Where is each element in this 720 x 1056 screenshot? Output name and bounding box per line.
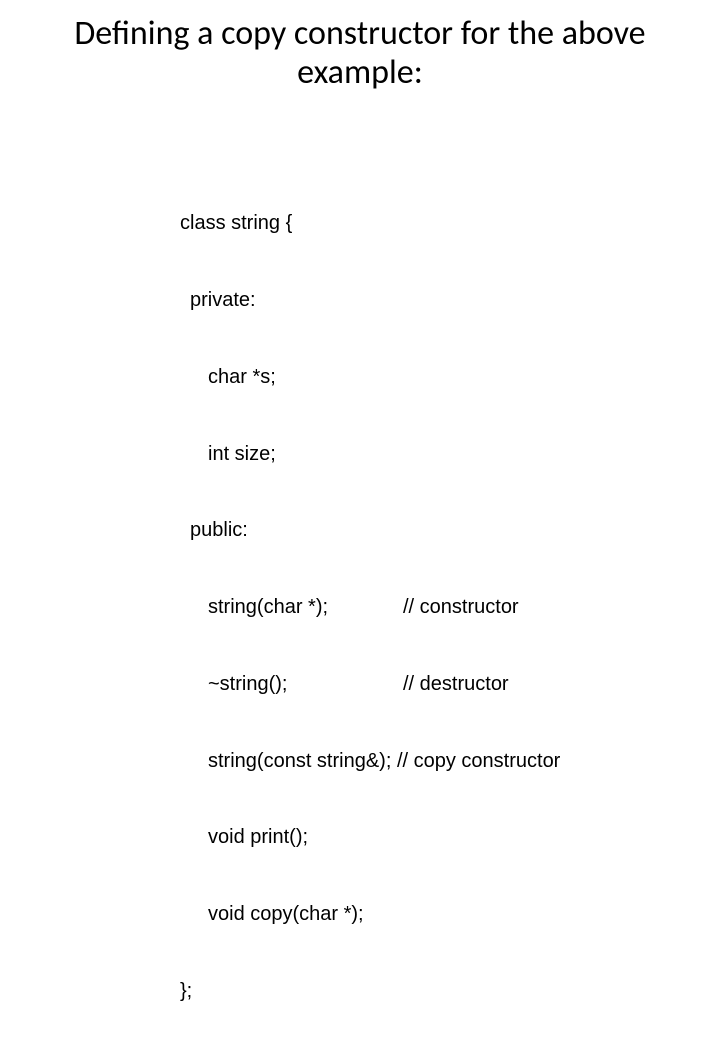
slide: Defining a copy constructor for the abov… xyxy=(0,0,720,540)
code-line: void print(); xyxy=(180,825,560,851)
code-line: string(char *);// constructor xyxy=(180,595,560,621)
code-comment: // destructor xyxy=(403,673,509,695)
code-line: }; xyxy=(180,979,560,1005)
code-comment: // constructor xyxy=(403,596,519,618)
code-line: char *s; xyxy=(180,365,560,391)
slide-title: Defining a copy constructor for the abov… xyxy=(0,0,720,92)
code-line: string(const string&); // copy construct… xyxy=(180,749,560,775)
code-line: int size; xyxy=(180,442,560,468)
code-text: string(char *); xyxy=(208,595,403,621)
code-line: void copy(char *); xyxy=(180,902,560,928)
code-text: string(const string&); xyxy=(208,750,391,772)
code-line: private: xyxy=(180,288,560,314)
code-line: class string { xyxy=(180,211,560,237)
code-text: ~string(); xyxy=(208,672,403,698)
code-line: public: xyxy=(180,518,560,544)
code-comment: // copy constructor xyxy=(391,750,560,772)
code-line: ~string();// destructor xyxy=(180,672,560,698)
code-block: class string { private: char *s; int siz… xyxy=(180,160,560,1056)
